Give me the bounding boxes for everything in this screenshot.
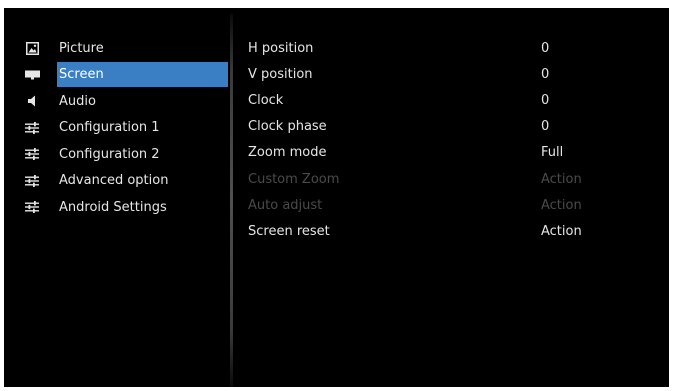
sliders-icon [24, 199, 40, 215]
setting-value: 0 [541, 119, 550, 135]
selected-highlight: Screen [57, 62, 228, 88]
sliders-icon [24, 146, 40, 162]
sidebar-item-picture[interactable]: Picture [24, 35, 228, 62]
setting-value: 0 [541, 40, 550, 56]
panel-divider [230, 14, 233, 387]
screen-icon [24, 67, 40, 83]
setting-value: Full [541, 145, 564, 161]
setting-value: 0 [541, 92, 550, 108]
sidebar-item-configuration-1[interactable]: Configuration 1 [24, 115, 228, 142]
setting-name: Screen reset [248, 223, 330, 239]
sidebar-item-configuration-2[interactable]: Configuration 2 [24, 141, 228, 168]
setting-value: 0 [541, 66, 550, 82]
sidebar-item-label: Android Settings [59, 199, 167, 215]
setting-name: H position [248, 40, 314, 56]
setting-value: Action [541, 223, 582, 239]
setting-row-clock-phase[interactable]: Clock phase 0 [248, 114, 658, 140]
setting-row-h-position[interactable]: H position 0 [248, 35, 658, 61]
setting-row-custom-zoom: Custom Zoom Action [248, 166, 658, 192]
sidebar-item-label: Advanced option [59, 173, 169, 189]
setting-name: Custom Zoom [248, 171, 340, 187]
sidebar-item-label: Configuration 1 [59, 120, 160, 136]
osd-screen: Picture Screen Audio Configuration 1 Con… [4, 8, 669, 387]
setting-value: Action [541, 197, 582, 213]
setting-name: V position [248, 66, 313, 82]
settings-panel: H position 0 V position 0 Clock 0 Clock … [248, 35, 658, 245]
setting-row-v-position[interactable]: V position 0 [248, 61, 658, 87]
sliders-icon [24, 173, 40, 189]
setting-name: Auto adjust [248, 197, 323, 213]
picture-icon [24, 40, 40, 56]
setting-name: Zoom mode [248, 145, 327, 161]
setting-name: Clock [248, 92, 284, 108]
setting-name: Clock phase [248, 119, 327, 135]
sidebar-item-audio[interactable]: Audio [24, 88, 228, 115]
sidebar-menu: Picture Screen Audio Configuration 1 Con… [4, 8, 228, 387]
sidebar-item-label: Picture [59, 40, 104, 56]
setting-row-screen-reset[interactable]: Screen reset Action [248, 218, 658, 244]
sidebar-item-advanced-option[interactable]: Advanced option [24, 168, 228, 195]
setting-value: Action [541, 171, 582, 187]
setting-row-clock[interactable]: Clock 0 [248, 87, 658, 113]
sliders-icon [24, 120, 40, 136]
menu-list: Picture Screen Audio Configuration 1 Con… [24, 35, 228, 221]
sidebar-item-label: Audio [59, 93, 96, 109]
sidebar-item-android-settings[interactable]: Android Settings [24, 194, 228, 221]
sidebar-item-screen[interactable]: Screen [24, 62, 228, 89]
speaker-icon [24, 93, 40, 109]
sidebar-item-label: Screen [59, 67, 104, 83]
setting-row-auto-adjust: Auto adjust Action [248, 192, 658, 218]
sidebar-item-label: Configuration 2 [59, 146, 160, 162]
setting-row-zoom-mode[interactable]: Zoom mode Full [248, 140, 658, 166]
